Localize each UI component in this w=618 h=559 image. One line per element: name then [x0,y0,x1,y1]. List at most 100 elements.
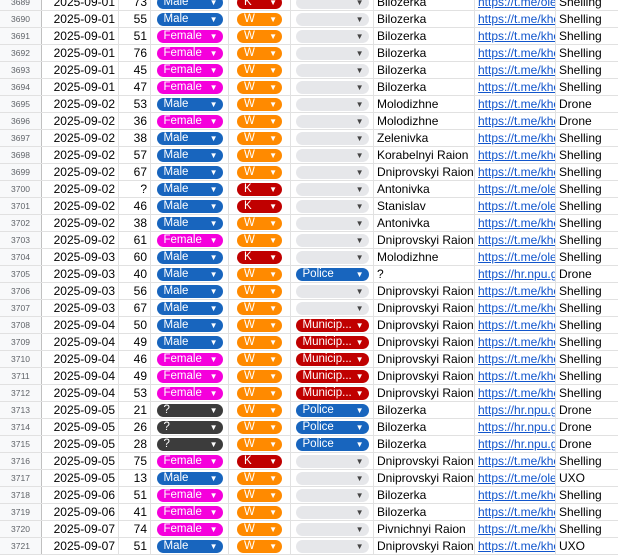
table-row[interactable]: 3708 2025-09-04 50 Male ▼ W ▼ Municip... ▼ Dnipro… [0,317,618,334]
date-cell[interactable]: 2025-09-02 [42,96,119,112]
chevron-down-icon[interactable]: ▼ [269,404,277,417]
region-cell[interactable]: W ▼ [229,130,291,146]
region-cell[interactable]: W ▼ [229,419,291,435]
type-cell[interactable]: Shelling [556,368,618,384]
category-dropdown[interactable]: Police ▼ [295,403,369,417]
row-number[interactable]: 3703 [0,232,42,248]
sex-cell[interactable]: Male ▼ [151,334,229,350]
table-row[interactable]: 3701 2025-09-02 46 Male ▼ K ▼ ▼ Stanislav https:/… [0,198,618,215]
row-number[interactable]: 3690 [0,11,42,27]
age-cell[interactable]: 73 [119,0,151,10]
row-number[interactable]: 3705 [0,266,42,282]
sex-dropdown[interactable]: Male ▼ [156,0,223,9]
chevron-down-icon[interactable]: ▼ [269,319,277,332]
category-cell[interactable]: ▼ [291,164,374,180]
table-row[interactable]: 3694 2025-09-01 47 Female ▼ W ▼ ▼ Bilozerka https… [0,79,618,96]
table-row[interactable]: 3692 2025-09-01 76 Female ▼ W ▼ ▼ Bilozerka https… [0,45,618,62]
region-dropdown[interactable]: W ▼ [237,437,282,451]
region-cell[interactable]: W ▼ [229,300,291,316]
category-cell[interactable]: Municip... ▼ [291,334,374,350]
sex-cell[interactable]: Female ▼ [151,62,229,78]
age-cell[interactable]: 57 [119,147,151,163]
category-dropdown[interactable]: ▼ [295,284,369,298]
row-number[interactable]: 3695 [0,96,42,112]
chevron-down-icon[interactable]: ▼ [210,540,218,553]
sex-cell[interactable]: Male ▼ [151,470,229,486]
type-cell[interactable]: Shelling [556,385,618,401]
sex-dropdown[interactable]: Male ▼ [156,539,223,553]
category-dropdown[interactable]: ▼ [295,165,369,179]
category-dropdown[interactable]: Police ▼ [295,420,369,434]
type-cell[interactable]: Shelling [556,317,618,333]
sex-dropdown[interactable]: Female ▼ [156,369,223,383]
source-cell[interactable]: https://t.me/khers [475,147,556,163]
type-cell[interactable]: Drone [556,266,618,282]
type-cell[interactable]: Shelling [556,249,618,265]
place-cell[interactable]: Dniprovskyi Raion [374,470,475,486]
age-cell[interactable]: 49 [119,334,151,350]
sex-dropdown[interactable]: Male ▼ [156,471,223,485]
category-cell[interactable]: ▼ [291,198,374,214]
region-cell[interactable]: W ▼ [229,11,291,27]
table-row[interactable]: 3712 2025-09-04 53 Female ▼ W ▼ Municip... ▼ Dnip… [0,385,618,402]
chevron-down-icon[interactable]: ▼ [210,47,218,60]
type-cell[interactable]: Shelling [556,62,618,78]
source-cell[interactable]: https://t.me/olexa [475,249,556,265]
sex-dropdown[interactable]: Male ▼ [156,12,223,26]
category-dropdown[interactable]: ▼ [295,250,369,264]
age-cell[interactable]: 21 [119,402,151,418]
date-cell[interactable]: 2025-09-01 [42,79,119,95]
row-number[interactable]: 3698 [0,147,42,163]
category-cell[interactable]: ▼ [291,487,374,503]
chevron-down-icon[interactable]: ▼ [210,166,218,179]
spreadsheet-grid[interactable]: 3689 2025-09-01 73 Male ▼ K ▼ ▼ Bilozerka https:/… [0,0,618,559]
type-cell[interactable]: Shelling [556,487,618,503]
table-row[interactable]: 3710 2025-09-04 46 Female ▼ W ▼ Municip... ▼ Dnip… [0,351,618,368]
date-cell[interactable]: 2025-09-01 [42,0,119,10]
type-cell[interactable]: Drone [556,113,618,129]
row-number[interactable]: 3693 [0,62,42,78]
region-dropdown[interactable]: W ▼ [237,233,282,247]
category-cell[interactable]: Municip... ▼ [291,385,374,401]
place-cell[interactable]: Dniprovskyi Raion [374,351,475,367]
sex-cell[interactable]: Female ▼ [151,45,229,61]
source-link[interactable]: https://t.me/khers [478,46,555,60]
region-dropdown[interactable]: W ▼ [237,539,282,553]
category-cell[interactable]: Police ▼ [291,266,374,282]
chevron-down-icon[interactable]: ▼ [356,387,364,400]
category-dropdown[interactable]: ▼ [295,454,369,468]
row-number[interactable]: 3704 [0,249,42,265]
region-dropdown[interactable]: W ▼ [237,301,282,315]
chevron-down-icon[interactable]: ▼ [269,489,277,502]
region-cell[interactable]: W ▼ [229,538,291,554]
category-dropdown[interactable]: ▼ [295,63,369,77]
chevron-down-icon[interactable]: ▼ [356,489,364,502]
category-dropdown[interactable]: Municip... ▼ [295,386,369,400]
source-cell[interactable]: https://t.me/olexa [475,198,556,214]
source-cell[interactable]: https://t.me/khers [475,62,556,78]
place-cell[interactable]: Dniprovskyi Raion [374,538,475,554]
sex-dropdown[interactable]: Female ▼ [156,505,223,519]
type-cell[interactable]: Shelling [556,164,618,180]
row-number[interactable]: 3707 [0,300,42,316]
category-dropdown[interactable]: ▼ [295,97,369,111]
table-row[interactable]: 3717 2025-09-05 13 Male ▼ W ▼ ▼ Dniprovskyi Raio… [0,470,618,487]
region-cell[interactable]: W ▼ [229,232,291,248]
chevron-down-icon[interactable]: ▼ [269,336,277,349]
chevron-down-icon[interactable]: ▼ [269,0,277,9]
type-cell[interactable]: Shelling [556,521,618,537]
chevron-down-icon[interactable]: ▼ [356,47,364,60]
place-cell[interactable]: Dniprovskyi Raion [374,317,475,333]
date-cell[interactable]: 2025-09-01 [42,28,119,44]
sex-dropdown[interactable]: Female ▼ [156,80,223,94]
chevron-down-icon[interactable]: ▼ [269,438,277,451]
row-number[interactable]: 3718 [0,487,42,503]
age-cell[interactable]: 46 [119,198,151,214]
region-dropdown[interactable]: K ▼ [237,199,282,213]
date-cell[interactable]: 2025-09-05 [42,453,119,469]
region-cell[interactable]: W ▼ [229,487,291,503]
chevron-down-icon[interactable]: ▼ [210,370,218,383]
region-cell[interactable]: K ▼ [229,249,291,265]
sex-cell[interactable]: ? ▼ [151,436,229,452]
type-cell[interactable]: Shelling [556,45,618,61]
